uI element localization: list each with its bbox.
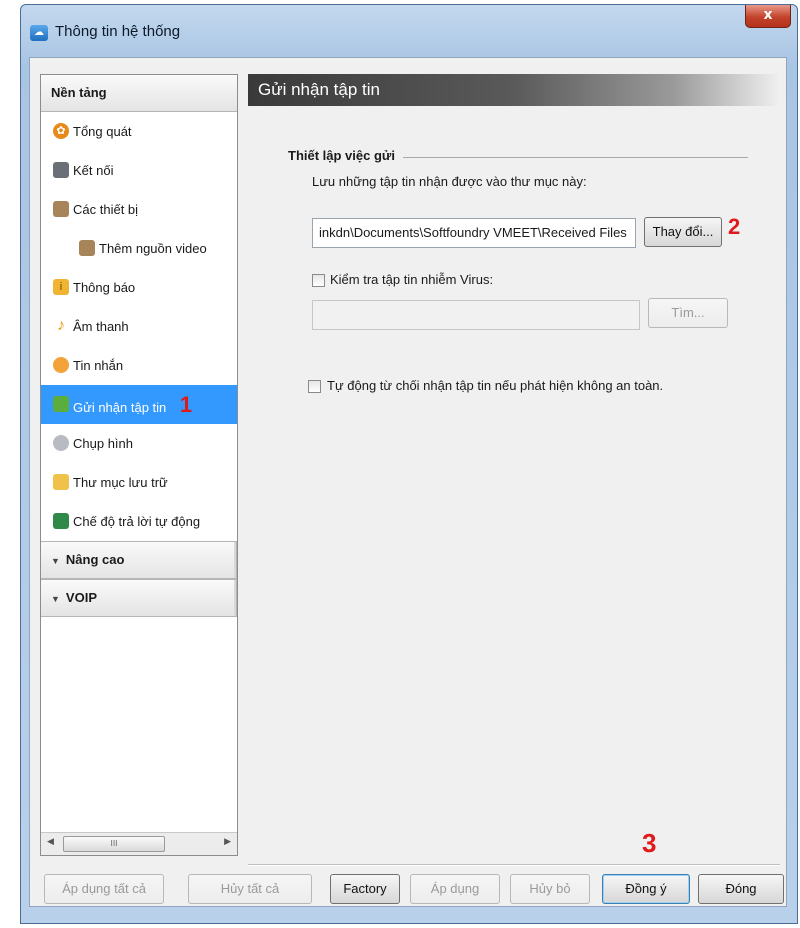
window-title: Thông tin hệ thống [55, 23, 181, 40]
music-note-icon: ♪ [57, 317, 65, 334]
devices-icon [53, 201, 69, 217]
sidebar-item-label: Thông báo [73, 280, 136, 295]
computer-icon [53, 162, 69, 178]
app-icon: ☁ [30, 25, 48, 41]
sidebar-item-label: Tin nhắn [73, 358, 124, 373]
dialog-client-area: Nền tảng ✿ Tổng quát Kết nối Các thiết b… [29, 57, 787, 907]
group-header-advanced[interactable]: ▼ Nâng cao [41, 541, 237, 579]
scroll-right-arrow-icon[interactable]: ▶ [224, 837, 231, 847]
folder-icon [53, 474, 69, 490]
change-folder-button[interactable]: Thay đổi... [644, 217, 722, 247]
notification-icon: i [53, 279, 69, 295]
group-header-voip[interactable]: ▼ VOIP [41, 579, 237, 617]
sidebar-item-label: Thư mục lưu trữ [73, 475, 168, 490]
sidebar-item-devices[interactable]: Các thiết bị [41, 190, 237, 229]
system-info-window: ☁ Thông tin hệ thống x Nền tảng ✿ Tổng q… [20, 4, 798, 924]
video-source-icon [79, 240, 95, 256]
footer-divider-highlight [248, 865, 780, 866]
sidebar-item-sound[interactable]: ♪ Âm thanh [41, 307, 237, 346]
group-header-platform[interactable]: Nền tảng [41, 75, 237, 112]
sidebar-item-label: Các thiết bị [73, 202, 139, 217]
sidebar-item-label: Âm thanh [73, 319, 129, 334]
sidebar-item-connection[interactable]: Kết nối [41, 151, 237, 190]
title-bar[interactable]: ☁ Thông tin hệ thống x [21, 5, 797, 57]
scroll-left-arrow-icon[interactable]: ◀ [47, 837, 54, 847]
sidebar-item-general[interactable]: ✿ Tổng quát [41, 112, 237, 151]
sidebar-item-label: Tổng quát [73, 124, 132, 139]
sidebar-item-storage-folder[interactable]: Thư mục lưu trữ [41, 463, 237, 502]
camera-icon [53, 435, 69, 451]
sidebar-item-file-transfer[interactable]: Gửi nhận tập tin 1 [41, 385, 237, 424]
group-label: Nâng cao [65, 552, 125, 567]
panel-header: Gửi nhận tập tin [248, 74, 780, 106]
sidebar-item-screenshot[interactable]: Chụp hình [41, 424, 237, 463]
close-window-button[interactable]: x [745, 5, 791, 28]
sidebar-item-label: Thêm nguồn video [99, 241, 207, 256]
sidebar-horizontal-scrollbar[interactable]: ◀ III ▶ [41, 832, 237, 855]
collapse-triangle-icon: ▼ [51, 556, 60, 566]
virus-check-checkbox[interactable] [312, 274, 325, 287]
auto-reject-label: Tự động từ chối nhận tập tin nếu phát hi… [327, 378, 664, 393]
sidebar-item-notifications[interactable]: i Thông báo [41, 268, 237, 307]
sidebar-item-auto-answer[interactable]: Chế độ trả lời tự động [41, 502, 237, 541]
annotation-number-2: 2 [728, 214, 741, 239]
find-scanner-button[interactable]: Tìm... [648, 298, 728, 328]
factory-button[interactable]: Factory [330, 874, 400, 904]
close-button[interactable]: Đóng [698, 874, 784, 904]
settings-sidebar: Nền tảng ✿ Tổng quát Kết nối Các thiết b… [40, 74, 238, 856]
scrollbar-thumb[interactable]: III [63, 836, 165, 852]
section-title: Thiết lập việc gửi [288, 148, 403, 163]
sidebar-item-messages[interactable]: Tin nhắn [41, 346, 237, 385]
ok-button[interactable]: Đồng ý [602, 874, 690, 904]
annotation-number-1: 1 [179, 392, 193, 417]
auto-answer-icon [53, 513, 69, 529]
save-folder-label: Lưu những tập tin nhận được vào thư mục … [312, 174, 587, 189]
virus-scanner-path-input[interactable] [312, 300, 640, 330]
annotation-number-3: 3 [642, 828, 657, 858]
collapse-triangle-icon: ▼ [51, 594, 60, 604]
gear-icon: ✿ [53, 123, 69, 139]
apply-all-button[interactable]: Áp dụng tất cả [44, 874, 164, 904]
cancel-button[interactable]: Hủy bỏ [510, 874, 590, 904]
file-transfer-icon [53, 396, 69, 412]
apply-button[interactable]: Áp dụng [410, 874, 500, 904]
sidebar-item-label: Kết nối [73, 163, 114, 178]
message-icon [53, 357, 69, 373]
virus-check-label: Kiểm tra tập tin nhiễm Virus: [330, 272, 494, 287]
sidebar-item-label: Chế độ trả lời tự động [73, 514, 201, 529]
save-folder-input[interactable]: inkdn\Documents\Softfoundry VMEET\Receiv… [312, 218, 636, 248]
auto-reject-checkbox[interactable] [308, 380, 321, 393]
sidebar-item-label: Chụp hình [73, 436, 133, 451]
sidebar-item-add-video-source[interactable]: Thêm nguồn video [41, 229, 237, 268]
sidebar-item-label: Gửi nhận tập tin [73, 400, 167, 415]
cancel-all-button[interactable]: Hủy tất cả [188, 874, 312, 904]
group-label: VOIP [65, 590, 97, 605]
